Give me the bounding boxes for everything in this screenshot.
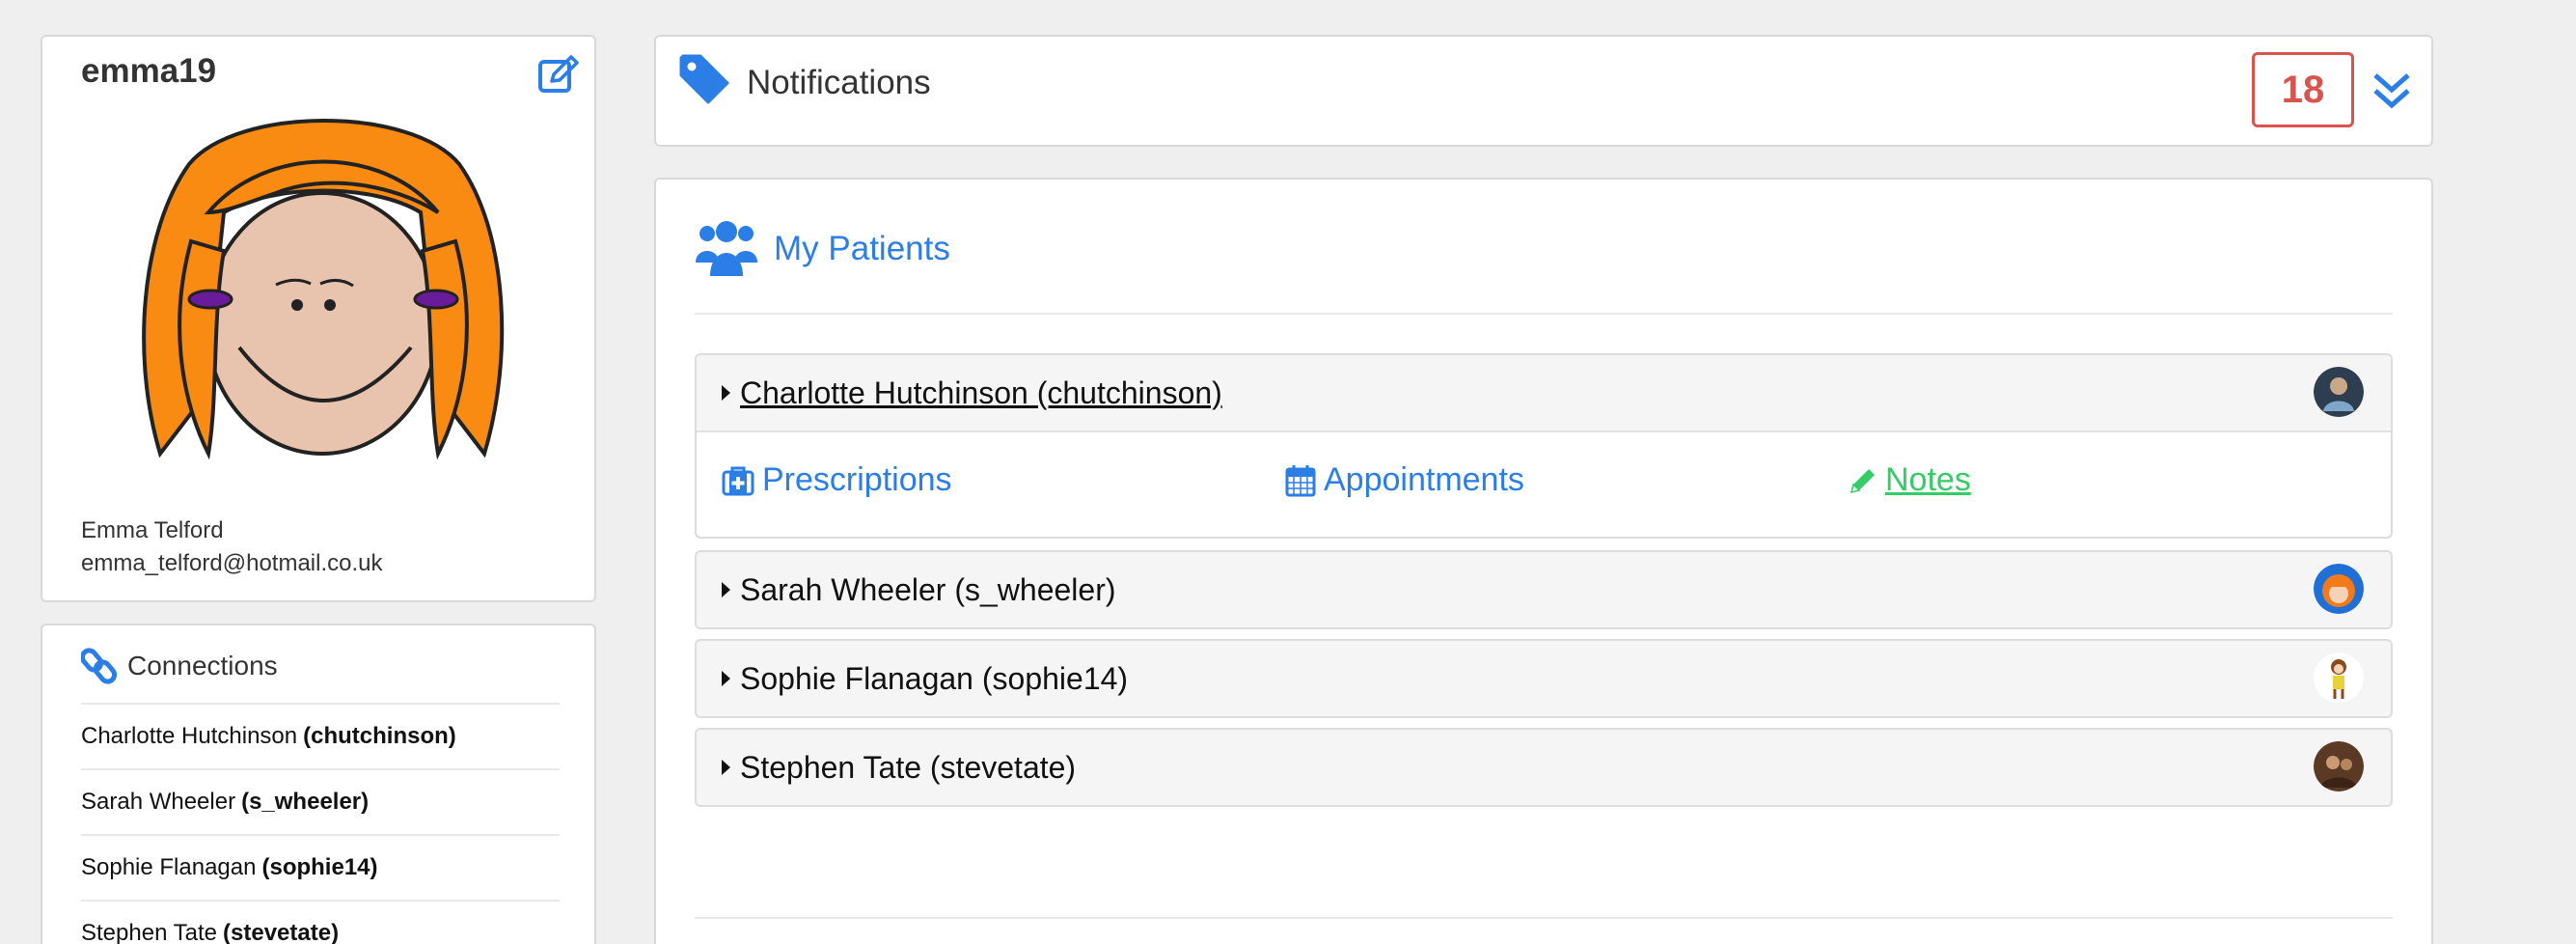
appointments-link[interactable]: Appointments — [1285, 461, 1524, 499]
notification-count-badge[interactable]: 18 — [2252, 52, 2354, 127]
profile-username: emma19 — [81, 52, 217, 90]
notes-label: Notes — [1885, 461, 1971, 498]
notes-link[interactable]: Notes — [1849, 461, 1971, 499]
patient-avatar — [2314, 741, 2364, 791]
patient-name[interactable]: Sarah Wheeler (s_wheeler) — [740, 572, 1116, 608]
divider — [695, 313, 2393, 315]
connection-name: Sarah Wheeler — [81, 789, 236, 815]
list-item[interactable]: Charlotte Hutchinson (chutchinson) — [81, 703, 560, 768]
connections-card: Connections Charlotte Hutchinson (chutchi… — [41, 624, 596, 944]
caret-right-icon — [722, 671, 730, 686]
profile-full-name: Emma Telford — [81, 517, 224, 543]
caret-right-icon — [722, 582, 730, 597]
calendar-icon — [1285, 464, 1316, 496]
patients-title: My Patients — [774, 230, 950, 267]
list-item[interactable]: Sarah Wheeler (s_wheeler) — [81, 768, 560, 834]
divider — [695, 917, 2393, 919]
patient-header[interactable]: Sarah Wheeler (s_wheeler) — [697, 552, 2391, 627]
patient-header[interactable]: Charlotte Hutchinson (chutchinson) — [697, 355, 2391, 430]
patients-header: My Patients — [695, 218, 950, 280]
patient-name[interactable]: Sophie Flanagan (sophie14) — [740, 661, 1128, 697]
patient-item: Sarah Wheeler (s_wheeler) — [695, 550, 2393, 629]
patient-actions: Prescriptions Appointments Notes — [697, 430, 2391, 537]
notifications-title: Notifications — [747, 64, 931, 101]
connection-handle: (s_wheeler) — [241, 789, 370, 815]
connection-name: Charlotte Hutchinson — [81, 723, 298, 749]
link-icon — [81, 648, 118, 684]
patient-item: Stephen Tate (stevetate) — [695, 728, 2393, 807]
connection-handle: (sophie14) — [261, 854, 378, 880]
caret-right-icon — [722, 385, 730, 401]
connection-name: Sophie Flanagan — [81, 854, 257, 880]
medkit-icon — [722, 466, 754, 495]
connection-handle: (stevetate) — [223, 920, 340, 944]
profile-email: emma_telford@hotmail.co.uk — [81, 550, 383, 576]
notifications-card: Notifications 18 — [654, 35, 2433, 147]
caret-right-icon — [722, 760, 730, 775]
patients-card: My Patients Charlotte Hutchinson (chutch… — [654, 178, 2433, 944]
users-icon — [696, 221, 757, 276]
prescriptions-link[interactable]: Prescriptions — [722, 461, 952, 499]
connection-name: Stephen Tate — [81, 920, 218, 944]
patient-avatar — [2314, 564, 2364, 614]
list-item[interactable]: Sophie Flanagan (sophie14) — [81, 834, 560, 900]
prescriptions-label: Prescriptions — [762, 461, 952, 498]
appointments-label: Appointments — [1324, 461, 1524, 498]
connections-header: Connections — [81, 647, 278, 685]
patient-avatar — [2314, 367, 2364, 417]
patient-item: Charlotte Hutchinson (chutchinson) Presc… — [695, 353, 2393, 539]
patient-name[interactable]: Stephen Tate (stevetate) — [740, 750, 1076, 786]
list-item[interactable]: Stephen Tate (stevetate) — [81, 900, 560, 944]
patient-header[interactable]: Stephen Tate (stevetate) — [697, 730, 2391, 805]
patient-header[interactable]: Sophie Flanagan (sophie14) — [697, 641, 2391, 716]
profile-card: emma19 Emma Telford emma_telford@hotmail… — [41, 35, 596, 602]
patient-name[interactable]: Charlotte Hutchinson (chutchinson) — [740, 375, 1222, 411]
connection-handle: (chutchinson) — [303, 723, 456, 749]
connections-title: Connections — [127, 651, 278, 680]
patient-avatar — [2314, 652, 2364, 703]
profile-avatar — [142, 119, 505, 460]
double-chevron-down-icon[interactable] — [2371, 71, 2412, 110]
pencil-icon — [1850, 468, 1875, 493]
patient-item: Sophie Flanagan (sophie14) — [695, 639, 2393, 718]
tag-icon — [679, 54, 729, 104]
connections-list: Charlotte Hutchinson (chutchinson) Sarah … — [81, 703, 560, 944]
edit-icon[interactable] — [536, 52, 581, 97]
